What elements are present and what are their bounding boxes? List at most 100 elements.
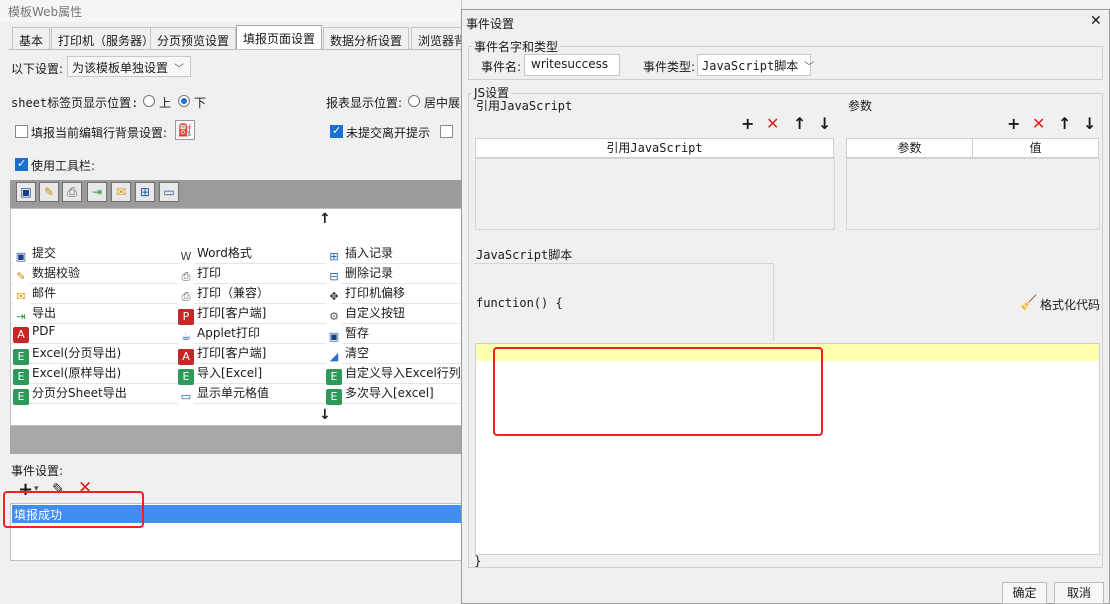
toolbar-option-label: 自定义导入Excel行列 bbox=[345, 366, 461, 380]
toolbar-option-label: Word格式 bbox=[197, 246, 252, 260]
radio-bottom[interactable] bbox=[178, 95, 190, 107]
cancel-button[interactable]: 取消 bbox=[1054, 582, 1104, 604]
broom-icon[interactable]: 🧹 bbox=[1020, 295, 1037, 311]
toolbar-option[interactable]: ⎙ 打印 bbox=[176, 264, 324, 285]
toolbar-option-label: 打印[客户端] bbox=[197, 346, 267, 360]
arrow-down-icon[interactable]: ↓ bbox=[319, 407, 331, 423]
mail-icon: ✉ bbox=[13, 289, 29, 305]
toolbar-option-label: 删除记录 bbox=[345, 266, 394, 280]
export-icon[interactable]: ⇥ bbox=[87, 182, 107, 202]
excel-icon: E bbox=[326, 389, 342, 405]
value-column-header: 值 bbox=[972, 138, 1099, 158]
toolbar-option[interactable]: ⊞ 插入记录 bbox=[324, 244, 461, 265]
print-client-icon: P bbox=[178, 309, 194, 325]
paint-bucket-icon[interactable]: ⛽ bbox=[175, 120, 195, 140]
radio-top[interactable] bbox=[143, 95, 155, 107]
toolbar-option[interactable]: E 自定义导入Excel行列 bbox=[324, 364, 461, 385]
arrow-down-icon[interactable]: ↓ bbox=[818, 114, 831, 133]
toolbar-option-label: 自定义按钮 bbox=[345, 306, 406, 320]
move-icon: ✥ bbox=[326, 289, 342, 305]
close-icon[interactable]: ✕ bbox=[1090, 13, 1102, 29]
bg-edit-row-label: 填报当前编辑行背景设置: bbox=[31, 126, 168, 140]
tab-data-analysis[interactable]: 数据分析设置 bbox=[323, 27, 410, 49]
toolbar-option[interactable]: W Word格式 bbox=[176, 244, 324, 265]
toolbar-option[interactable]: ✥ 打印机偏移 bbox=[324, 284, 461, 305]
validate-icon: ✎ bbox=[13, 269, 29, 285]
ok-button[interactable]: 确定 bbox=[1002, 582, 1047, 604]
toolbar-option[interactable]: ✉ 邮件 bbox=[11, 284, 176, 305]
tab-fill-page[interactable]: 填报页面设置 bbox=[236, 25, 323, 50]
tab-basic[interactable]: 基本 bbox=[12, 27, 51, 49]
tab-browser[interactable]: 浏览器背 bbox=[411, 27, 461, 49]
window-icon[interactable]: ▭ bbox=[159, 182, 179, 202]
delete-row-icon: ⊟ bbox=[326, 269, 342, 285]
delete-icon[interactable]: ✕ bbox=[766, 114, 779, 133]
toolbar-option[interactable]: E 分页分Sheet导出 bbox=[11, 384, 176, 405]
chevron-down-icon: ﹀ bbox=[174, 64, 185, 75]
toolbar-option[interactable]: E Excel(分页导出) bbox=[11, 344, 176, 365]
use-toolbar-checkbox[interactable] bbox=[15, 157, 28, 171]
add-icon[interactable]: + bbox=[1007, 114, 1020, 133]
toolbar-option[interactable]: E Excel(原样导出) bbox=[11, 364, 176, 385]
toolbar-option[interactable]: ☕ Applet打印 bbox=[176, 324, 324, 345]
toolbar-option[interactable]: P 打印[客户端] bbox=[176, 304, 324, 325]
tree-icon[interactable]: ⊞ bbox=[135, 182, 155, 202]
event-type-label: 事件类型: bbox=[643, 60, 696, 74]
toolbar-option[interactable]: A PDF bbox=[11, 324, 176, 344]
save-icon[interactable]: ▣ bbox=[16, 182, 36, 202]
import-excel-icon: E bbox=[178, 369, 194, 385]
gear-icon: ⚙ bbox=[326, 309, 342, 325]
toolbar-option[interactable]: A 打印[客户端] bbox=[176, 344, 324, 365]
toolbar-option[interactable]: ⎙ 打印（兼容） bbox=[176, 284, 324, 305]
ref-js-column-header: 引用JavaScript bbox=[475, 138, 834, 158]
function-text: function() { bbox=[476, 296, 563, 310]
toolbar-option-label: PDF bbox=[32, 324, 56, 338]
pdf-icon: A bbox=[13, 327, 29, 343]
highlight-box-event bbox=[3, 491, 144, 528]
toolbar-option[interactable]: ✎ 数据校验 bbox=[11, 264, 176, 285]
toolbar-option[interactable]: E 多次导入[excel] bbox=[324, 384, 461, 405]
add-icon[interactable]: + bbox=[741, 114, 754, 133]
toolbar-option-label: 导出 bbox=[32, 306, 57, 320]
event-type-select[interactable]: JavaScript脚本 ﹀ bbox=[697, 54, 814, 76]
mail-icon[interactable]: ✉ bbox=[111, 182, 131, 202]
radio-center-label: 居中展 bbox=[424, 96, 461, 110]
toolbar-option[interactable]: ▭ 显示单元格值 bbox=[176, 384, 324, 405]
dialog-title: 事件设置 bbox=[466, 17, 515, 31]
unsubmitted-checkbox[interactable] bbox=[330, 124, 343, 138]
toolbar-option-label: 暂存 bbox=[345, 326, 370, 340]
toolbar-option[interactable]: ⇥ 导出 bbox=[11, 304, 176, 325]
arrow-up-icon[interactable]: ↑ bbox=[1058, 114, 1071, 133]
excel-icon: E bbox=[13, 349, 29, 365]
toolbar-option-label: Applet打印 bbox=[197, 326, 260, 340]
arrow-up-icon[interactable]: ↑ bbox=[319, 211, 331, 227]
event-name-input[interactable]: writesuccess bbox=[524, 54, 620, 76]
arrow-up-icon[interactable]: ↑ bbox=[793, 114, 806, 133]
toolbar-option-label: 分页分Sheet导出 bbox=[32, 386, 127, 400]
toolbar-option[interactable]: ▣ 暂存 bbox=[324, 324, 461, 345]
tab-page-preview[interactable]: 分页预览设置 bbox=[150, 27, 237, 49]
toolbar-option-label: 提交 bbox=[32, 246, 57, 260]
settings-combo[interactable]: 为该模板单独设置 ﹀ bbox=[67, 56, 191, 77]
arrow-down-icon[interactable]: ↓ bbox=[1083, 114, 1096, 133]
highlight-box-editor bbox=[493, 347, 823, 436]
delete-icon[interactable]: ✕ bbox=[1032, 114, 1045, 133]
export-icon: ⇥ bbox=[13, 309, 29, 325]
toolbar-option[interactable]: E 导入[Excel] bbox=[176, 364, 324, 385]
toolbar-option[interactable]: ⚙ 自定义按钮 bbox=[324, 304, 461, 325]
validate-icon[interactable]: ✎ bbox=[39, 182, 59, 202]
toolbar-option[interactable]: ▣ 提交 bbox=[11, 244, 176, 265]
use-toolbar-label: 使用工具栏: bbox=[31, 159, 96, 173]
toolbar-option[interactable]: ◢ 清空 bbox=[324, 344, 461, 365]
tab-printer-server[interactable]: 打印机（服务器） bbox=[51, 27, 162, 49]
toolbar-button-list: ↑ ▣ 提交 W Word格式 ⊞ 插入记录 ✎ 数据校验 ⎙ 打印 ⊟ 删除记录 ✉ 邮件 ⎙ 打印（兼容）… bbox=[10, 208, 461, 426]
insert-row-icon: ⊞ bbox=[326, 249, 342, 265]
extra-checkbox[interactable] bbox=[440, 125, 453, 138]
print-icon[interactable]: ⎙ bbox=[62, 182, 82, 202]
settings-label: 以下设置: bbox=[11, 62, 64, 76]
format-code-button[interactable]: 格式化代码 bbox=[1040, 296, 1100, 313]
toolbar-option[interactable]: ⊟ 删除记录 bbox=[324, 264, 461, 285]
sheet-pos-label: sheet标签页显示位置: bbox=[11, 96, 139, 110]
bg-edit-row-checkbox[interactable] bbox=[15, 125, 28, 138]
radio-center[interactable] bbox=[408, 95, 420, 107]
